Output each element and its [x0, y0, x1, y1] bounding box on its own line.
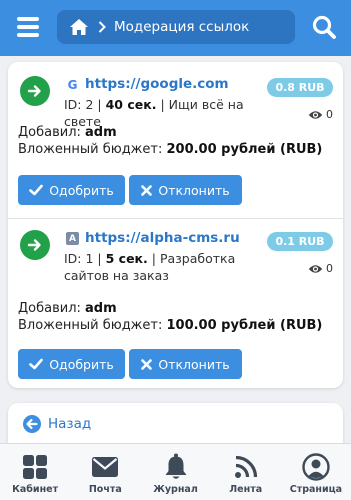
back-label: Назад — [48, 416, 92, 432]
added-by-user: adm — [85, 125, 117, 140]
check-icon — [29, 358, 44, 370]
views-counter: 0 — [308, 108, 333, 121]
breadcrumb: Модерация ссылок — [57, 10, 295, 44]
reject-button[interactable]: Отклонить — [129, 175, 242, 205]
link-url[interactable]: https://google.com — [85, 76, 229, 92]
budget-value: 200.00 рублей (RUB) — [166, 142, 323, 157]
chevron-right-icon — [98, 21, 106, 33]
google-favicon-icon: G — [67, 77, 78, 92]
price-badge: 0.1 RUB — [267, 232, 333, 251]
link-moderation-list: G https://google.com 0.8 RUB ID: 2 | 40 … — [8, 62, 343, 388]
added-by-user: adm — [85, 301, 117, 316]
search-button[interactable] — [310, 13, 338, 41]
bottom-nav: Кабинет Почта Журнал Лента Страница — [0, 443, 351, 500]
nav-label: Лента — [229, 484, 263, 495]
budget-label: Вложенный бюджет: — [18, 318, 167, 333]
added-by-label: Добавил: — [18, 301, 86, 316]
nav-label: Страница — [289, 484, 343, 495]
menu-button[interactable] — [14, 12, 44, 42]
approve-label: Одобрить — [49, 356, 114, 372]
views-count: 0 — [326, 108, 333, 121]
go-arrow-icon[interactable] — [20, 230, 50, 260]
budget: Вложенный бюджет: 100.00 рублей (RUB) — [18, 318, 322, 333]
bell-icon — [162, 453, 190, 481]
views-count: 0 — [326, 262, 333, 275]
page-title: Модерация ссылок — [114, 19, 250, 35]
budget-value: 100.00 рублей (RUB) — [166, 318, 323, 333]
rss-icon — [232, 453, 260, 481]
link-card: G https://google.com 0.8 RUB ID: 2 | 40 … — [8, 62, 343, 219]
alpha-favicon-icon: A — [66, 232, 79, 245]
back-button[interactable]: Назад — [23, 415, 91, 433]
reject-label: Отклонить — [158, 182, 230, 198]
close-icon — [141, 184, 153, 196]
added-by: Добавил: adm — [18, 125, 117, 140]
link-url[interactable]: https://alpha-cms.ru — [85, 230, 240, 246]
added-by-label: Добавил: — [18, 125, 86, 140]
eye-icon — [308, 110, 323, 119]
nav-label: Почта — [88, 484, 122, 495]
reject-button[interactable]: Отклонить — [129, 349, 242, 379]
hamburger-icon-bar — [17, 17, 39, 21]
back-section: Назад — [8, 403, 343, 443]
nav-mail[interactable]: Почта — [70, 444, 140, 500]
nav-page[interactable]: Страница — [281, 444, 351, 500]
hamburger-icon-bar — [17, 33, 39, 37]
mail-icon — [91, 453, 119, 481]
user-icon — [302, 453, 330, 481]
approve-button[interactable]: Одобрить — [18, 349, 125, 379]
added-by: Добавил: adm — [18, 301, 117, 316]
nav-label: Кабинет — [12, 484, 59, 495]
eye-icon — [308, 264, 323, 273]
approve-label: Одобрить — [49, 182, 114, 198]
grid-icon — [21, 453, 49, 481]
nav-cabinet[interactable]: Кабинет — [0, 444, 70, 500]
link-time: 5 сек. — [105, 251, 148, 266]
link-id: ID: 1 | — [64, 251, 106, 266]
go-arrow-icon[interactable] — [20, 76, 50, 106]
back-arrow-icon — [23, 415, 41, 433]
top-bar: Модерация ссылок — [0, 0, 351, 56]
budget: Вложенный бюджет: 200.00 рублей (RUB) — [18, 142, 322, 157]
link-meta: ID: 1 | 5 сек. | Разработка сайтов на за… — [64, 250, 279, 284]
check-icon — [29, 184, 44, 196]
link-card: A https://alpha-cms.ru 0.1 RUB ID: 1 | 5… — [8, 220, 343, 388]
approve-button[interactable]: Одобрить — [18, 175, 125, 205]
home-icon[interactable] — [69, 18, 89, 36]
budget-label: Вложенный бюджет: — [18, 142, 167, 157]
reject-label: Отклонить — [158, 356, 230, 372]
search-icon — [312, 15, 336, 39]
nav-feed[interactable]: Лента — [211, 444, 281, 500]
link-id: ID: 2 | — [64, 97, 106, 112]
hamburger-icon-bar — [17, 25, 39, 29]
close-icon — [141, 358, 153, 370]
link-time: 40 сек. — [105, 97, 157, 112]
nav-label: Журнал — [153, 484, 198, 495]
price-badge: 0.8 RUB — [267, 78, 333, 97]
views-counter: 0 — [308, 262, 333, 275]
nav-journal[interactable]: Журнал — [140, 444, 210, 500]
